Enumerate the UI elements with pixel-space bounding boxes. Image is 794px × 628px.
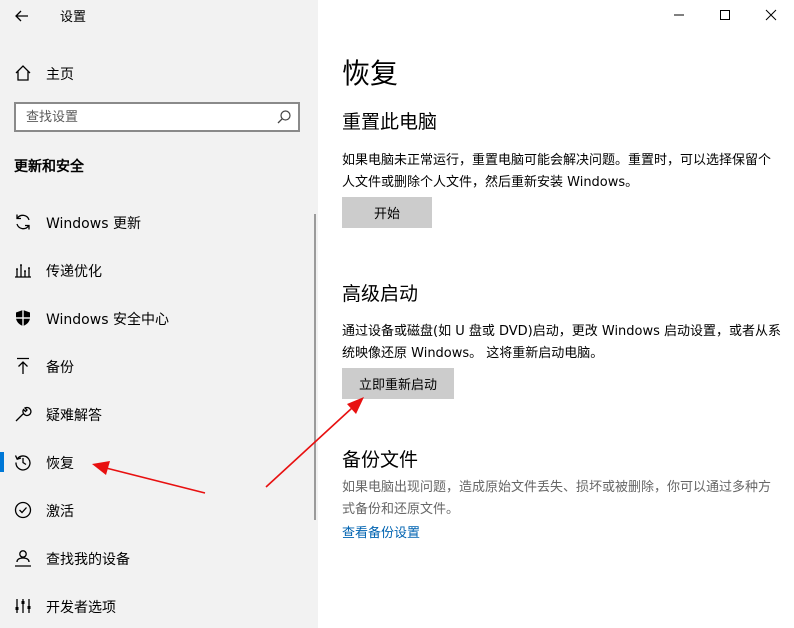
sidebar: 设置 主页 更新和安全 Windows 更新 传递优化 [0, 0, 318, 628]
history-icon [14, 455, 31, 471]
backup-arrow-icon [17, 357, 29, 374]
backup-files-description: 如果电脑出现问题，造成原始文件丢失、损坏或被删除，你可以通过多种方式备份和还原文… [342, 480, 772, 517]
developer-tools-icon [15, 599, 31, 613]
sidebar-item-troubleshoot[interactable]: 疑难解答 [0, 392, 314, 436]
selected-indicator [0, 452, 4, 472]
advanced-startup-heading: 高级启动 [342, 283, 419, 305]
backup-files-heading: 备份文件 [342, 449, 419, 471]
sidebar-item-label: Windows 安全中心 [46, 312, 169, 328]
sidebar-item-windows-update[interactable]: Windows 更新 [0, 200, 314, 244]
sidebar-scrollbar[interactable] [314, 214, 316, 520]
page-title: 恢复 [342, 57, 399, 90]
sidebar-item-backup[interactable]: 备份 [0, 344, 314, 388]
sidebar-item-label: 恢复 [46, 456, 74, 472]
check-circle-icon [14, 501, 32, 519]
back-arrow-icon [15, 10, 28, 22]
reset-description: 如果电脑未正常运行，重置电脑可能会解决问题。重置时，可以选择保留个人文件或删除个… [342, 153, 772, 190]
sidebar-item-label: 传递优化 [46, 264, 102, 280]
shield-icon [16, 310, 30, 326]
app-title: 设置 [60, 10, 87, 25]
search-input[interactable] [16, 104, 276, 130]
sidebar-item-recovery[interactable]: 恢复 [0, 440, 314, 484]
maximize-icon [720, 10, 730, 20]
delivery-optimization-icon [15, 264, 31, 278]
window-controls [656, 0, 794, 30]
sidebar-item-find-my-device[interactable]: 查找我的设备 [0, 536, 314, 580]
advanced-startup-description: 通过设备或磁盘(如 U 盘或 DVD)启动，更改 Windows 启动设置，或者… [342, 324, 782, 361]
search-box[interactable] [14, 102, 300, 132]
sidebar-item-label: Windows 更新 [46, 216, 141, 232]
main-content: 恢复 重置此电脑 如果电脑未正常运行，重置电脑可能会解决问题。重置时，可以选择保… [318, 0, 794, 628]
reset-heading: 重置此电脑 [342, 111, 438, 133]
close-button[interactable] [748, 0, 794, 30]
search-icon[interactable] [276, 109, 292, 125]
minimize-button[interactable] [656, 0, 702, 30]
home-icon [15, 65, 31, 81]
home-label: 主页 [46, 67, 74, 83]
sidebar-item-label: 激活 [46, 504, 74, 520]
sidebar-item-label: 疑难解答 [46, 408, 102, 424]
sync-icon [16, 214, 30, 230]
sidebar-item-label: 查找我的设备 [46, 552, 130, 568]
view-backup-settings-link[interactable]: 查看备份设置 [342, 522, 420, 541]
maximize-button[interactable] [702, 0, 748, 30]
sidebar-item-developer-options[interactable]: 开发者选项 [0, 584, 314, 628]
restart-now-button[interactable]: 立即重新启动 [342, 368, 454, 399]
close-icon [765, 9, 777, 21]
sidebar-item-activation[interactable]: 激活 [0, 488, 314, 532]
sidebar-item-label: 备份 [46, 360, 74, 376]
sidebar-item-windows-security[interactable]: Windows 安全中心 [0, 296, 314, 340]
sidebar-item-home[interactable]: 主页 [0, 56, 318, 90]
sidebar-item-delivery-optimization[interactable]: 传递优化 [0, 248, 314, 292]
wrench-icon [15, 406, 32, 422]
sidebar-item-label: 开发者选项 [46, 600, 116, 616]
reset-start-button[interactable]: 开始 [342, 197, 432, 228]
person-pin-icon [15, 550, 31, 567]
back-button[interactable] [8, 2, 36, 30]
minimize-icon [674, 14, 684, 16]
section-title: 更新和安全 [14, 159, 84, 175]
